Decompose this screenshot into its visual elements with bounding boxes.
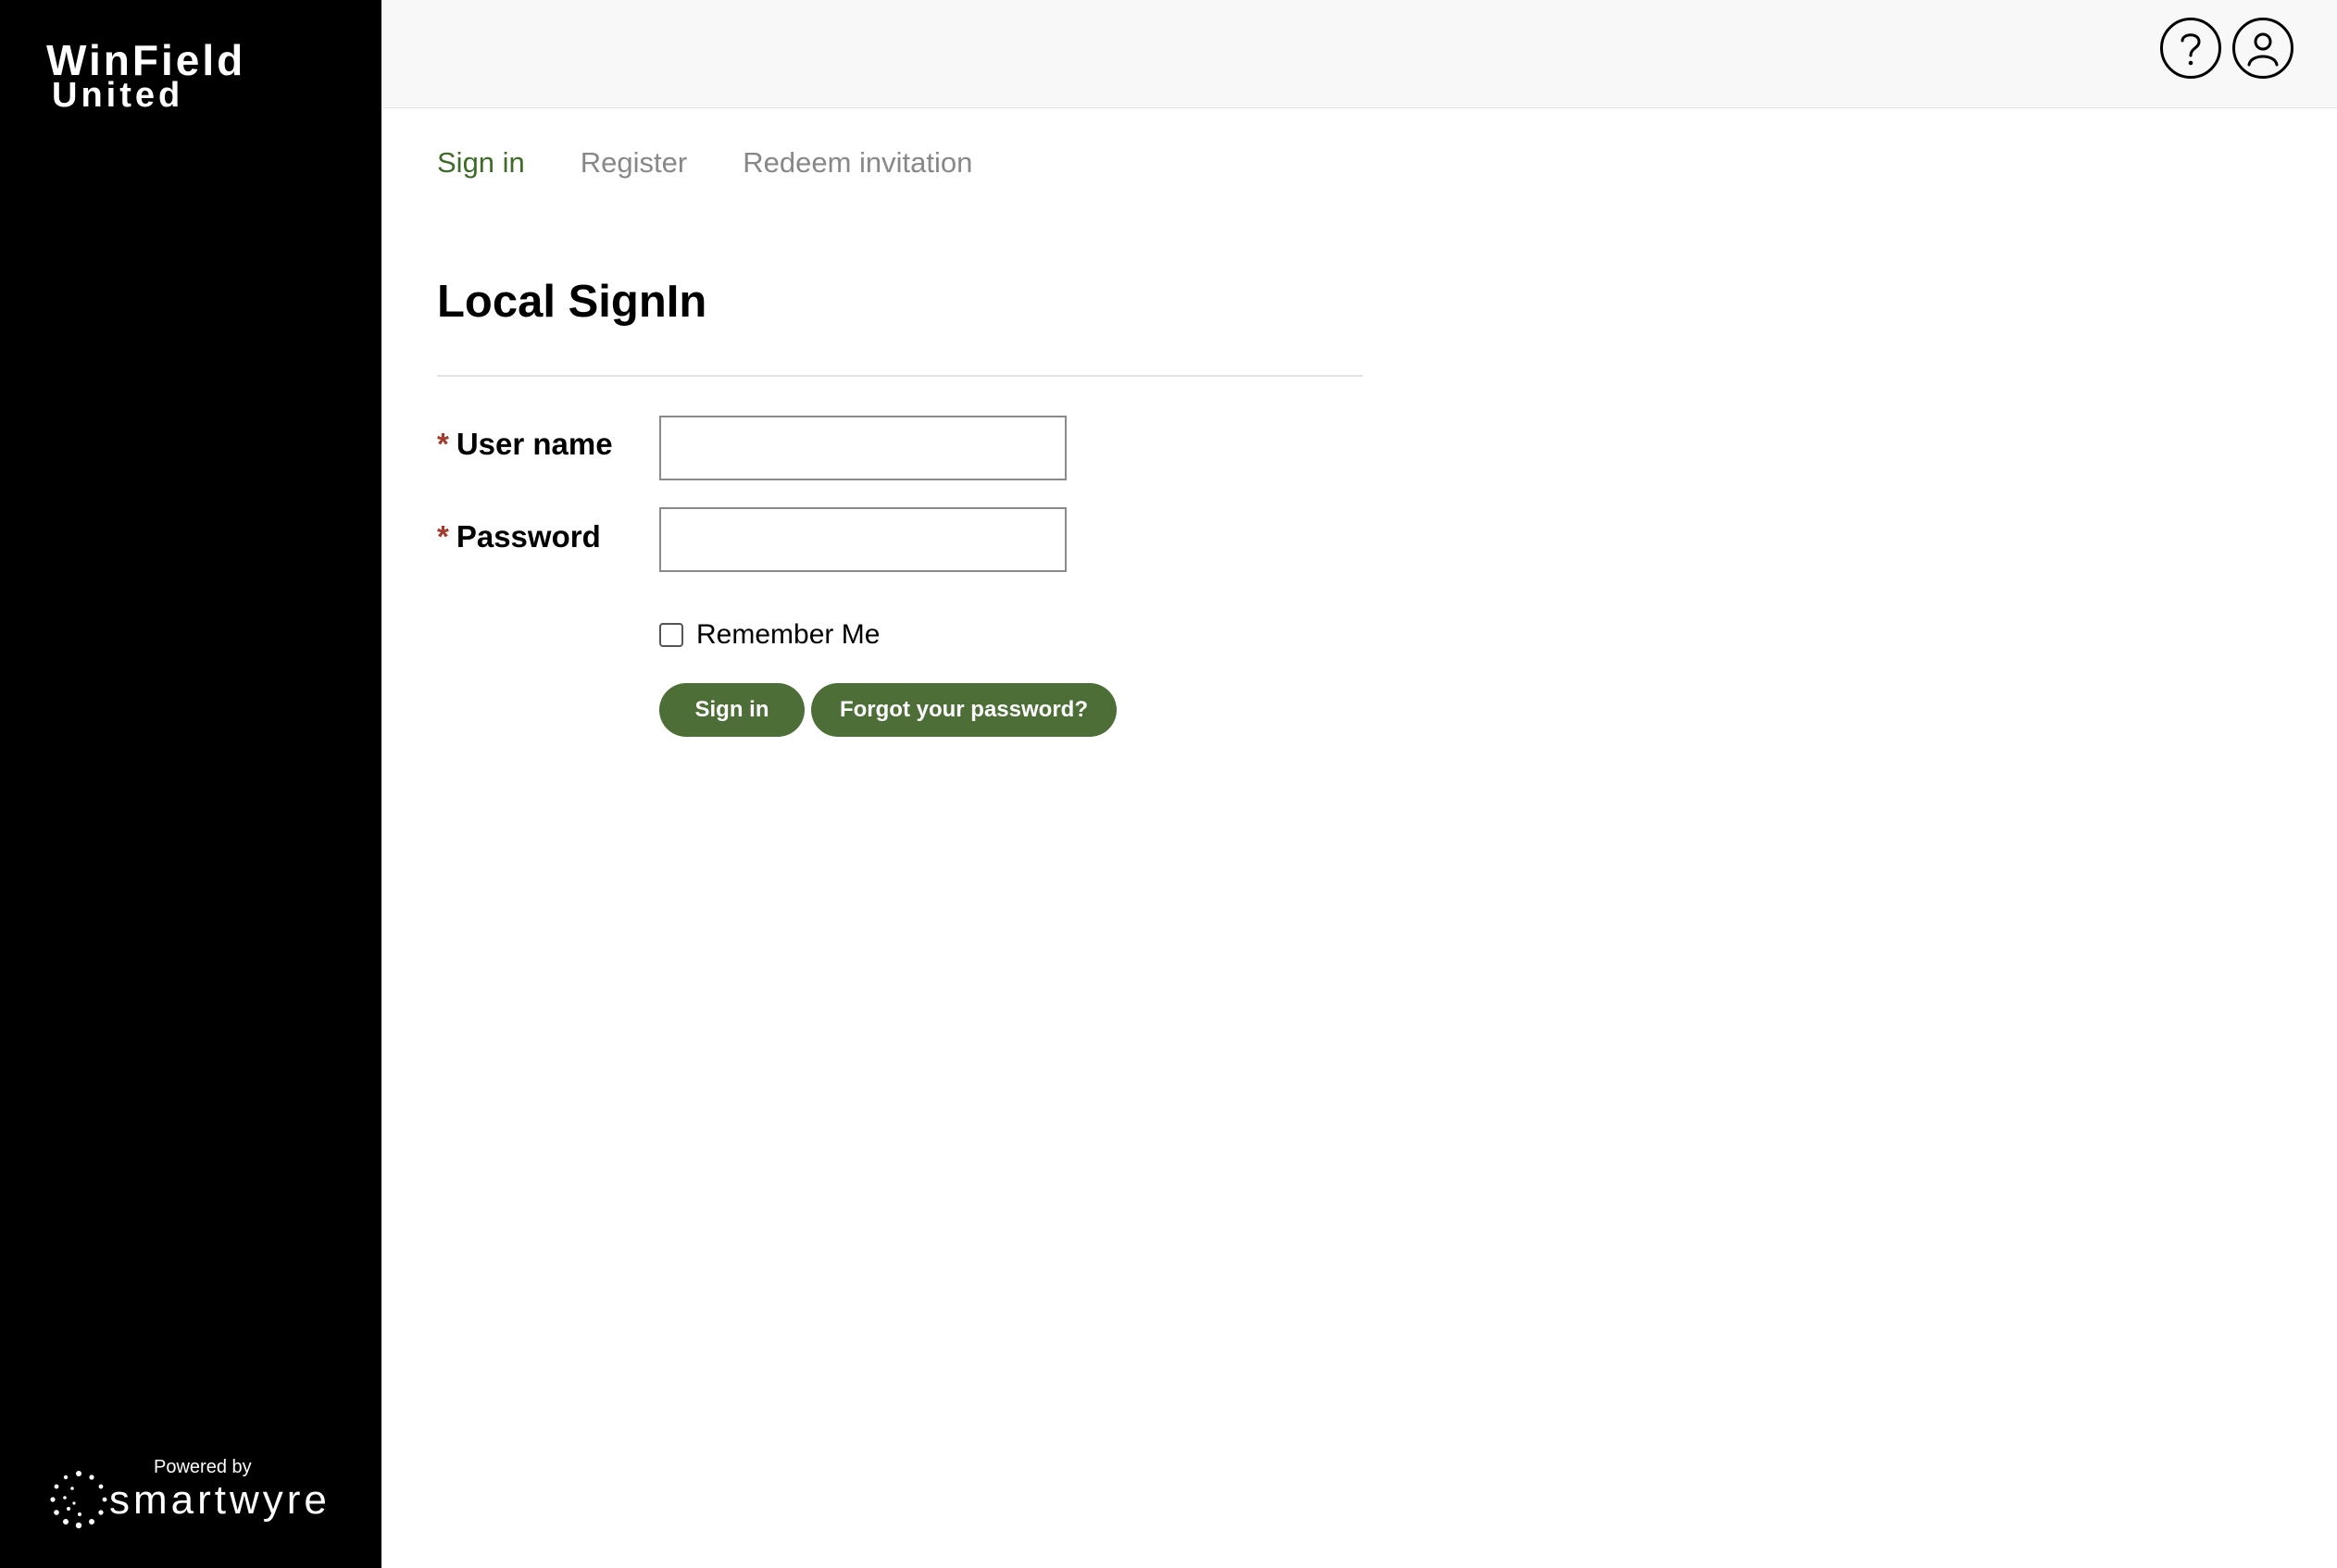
- sign-in-button[interactable]: Sign in: [659, 683, 805, 737]
- auth-tabs: Sign in Register Redeem invitation: [437, 146, 972, 180]
- required-marker: *: [437, 519, 449, 554]
- app-root: WinField United Powered by smartwyre Sig…: [0, 0, 2337, 1568]
- powered-by-smartwyre: Powered by smartwyre: [46, 1453, 333, 1546]
- page-title: Local SignIn: [437, 277, 707, 327]
- password-input[interactable]: [659, 507, 1067, 572]
- sidebar: WinField United Powered by smartwyre: [0, 0, 381, 1568]
- top-bar: [381, 0, 2337, 108]
- remember-me-row: Remember Me: [659, 619, 880, 651]
- smartwyre-wordmark: smartwyre: [109, 1477, 331, 1523]
- help-button[interactable]: [2160, 18, 2221, 79]
- user-circle-icon: [2247, 32, 2279, 67]
- tab-redeem-invitation[interactable]: Redeem invitation: [743, 146, 972, 180]
- remember-me-checkbox[interactable]: [659, 623, 683, 647]
- question-circle-icon: [2181, 33, 2201, 66]
- username-label-text: User name: [456, 427, 613, 461]
- title-divider: [437, 375, 1363, 377]
- user-account-button[interactable]: [2232, 18, 2293, 79]
- password-label-text: Password: [456, 519, 601, 554]
- logo-line-1: WinField: [46, 36, 246, 84]
- winfield-united-logo: WinField United: [46, 36, 246, 116]
- powered-by-label: Powered by: [154, 1457, 252, 1477]
- password-label: * Password: [437, 519, 601, 554]
- smartwyre-logo-icon: [50, 1471, 107, 1529]
- tab-register[interactable]: Register: [581, 146, 687, 180]
- username-input[interactable]: [659, 416, 1067, 480]
- forgot-password-button[interactable]: Forgot your password?: [811, 683, 1117, 737]
- username-label: * User name: [437, 427, 613, 462]
- logo-line-2: United: [52, 76, 184, 116]
- tab-sign-in[interactable]: Sign in: [437, 146, 525, 180]
- remember-me-label[interactable]: Remember Me: [696, 619, 880, 651]
- required-marker: *: [437, 427, 449, 461]
